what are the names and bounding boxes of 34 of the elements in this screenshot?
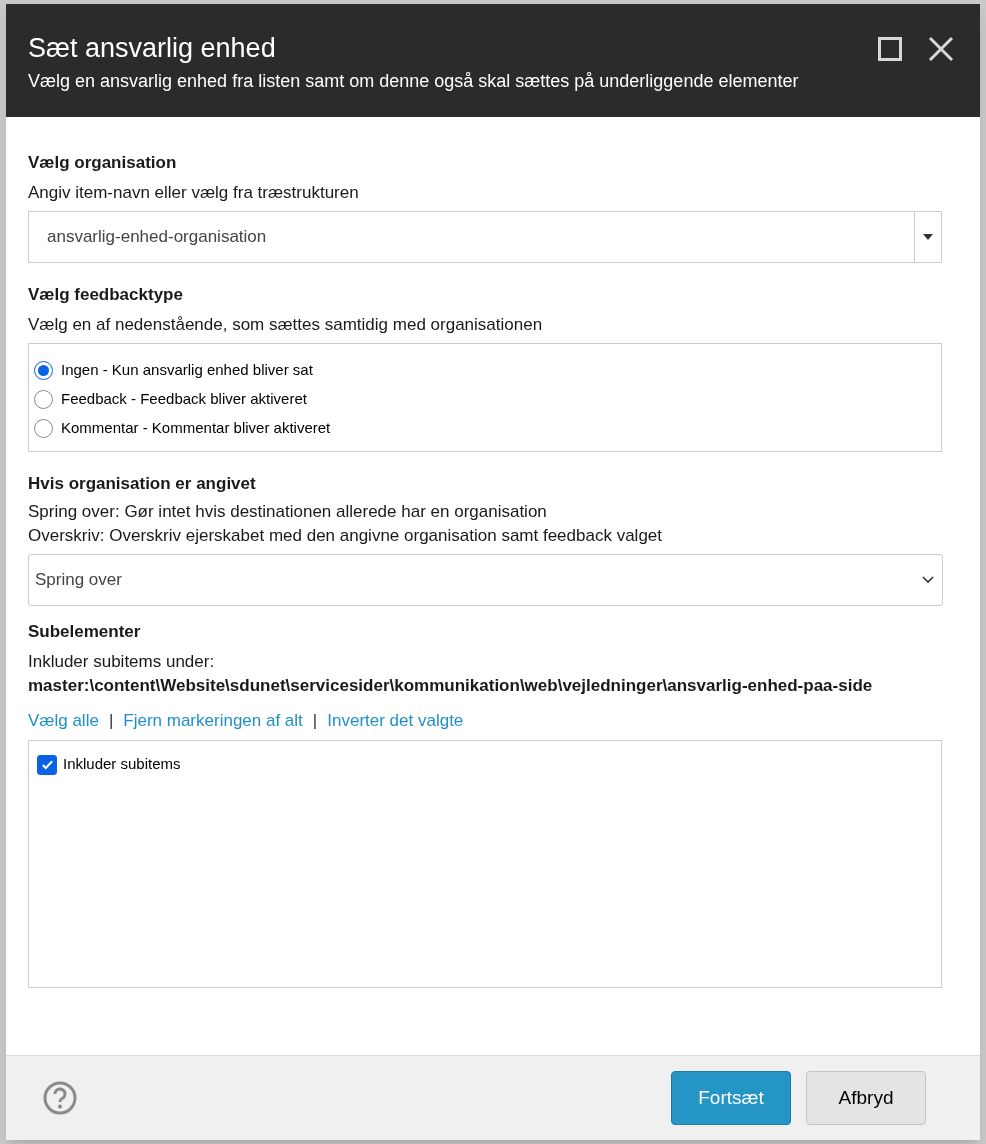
section-heading: Hvis organisation er angivet <box>28 473 257 495</box>
help-icon[interactable] <box>43 1081 77 1115</box>
dialog-title: Sæt ansvarlig enhed <box>28 32 277 64</box>
radio-label[interactable]: Feedback - Feedback bliver aktiveret <box>61 388 307 410</box>
intro-text: Inkluder subitems under: <box>28 651 216 673</box>
cancel-button[interactable]: Afbryd <box>806 1071 926 1125</box>
dialog-subtitle: Vælg en ansvarlig enhed fra listen samt om denne også skal sættes på underliggende elementer <box>28 70 799 92</box>
section-heading: Vælg organisation <box>28 152 178 174</box>
link-separator: | <box>108 710 114 732</box>
maximize-icon[interactable] <box>878 37 902 61</box>
section-heading: Subelementer <box>28 621 142 643</box>
selection-link[interactable]: Fjern markeringen af alt <box>123 708 303 734</box>
checkbox[interactable] <box>37 754 57 775</box>
radio-button[interactable] <box>34 418 53 438</box>
radio-button[interactable] <box>34 360 53 380</box>
dropdown-button[interactable] <box>915 211 942 263</box>
radio-button[interactable] <box>34 389 53 409</box>
checkbox-label[interactable]: Inkluder subitems <box>63 754 181 773</box>
selection-link[interactable]: Vælg alle <box>28 708 99 734</box>
section-heading: Vælg feedbacktype <box>28 284 184 306</box>
selection-link[interactable]: Inverter det valgte <box>327 708 464 734</box>
description-text: Overskriv: Overskriv ejerskabet med den angivne organisation samt feedback valget <box>28 525 664 547</box>
link-separator: | <box>312 710 318 732</box>
hint-text: Angiv item-navn eller vælg fra træstrukturen <box>28 182 360 204</box>
close-icon[interactable] <box>928 36 954 62</box>
description-text: Spring over: Gør intet hvis destinationen allerede har en organisation <box>28 501 548 523</box>
hint-text: Vælg en af nedenstående, som sættes samtidig med organisationen <box>28 314 544 336</box>
select-field[interactable]: Spring over <box>28 554 943 606</box>
radio-label[interactable]: Ingen - Kun ansvarlig enhed bliver sat <box>61 359 313 381</box>
item-name-field[interactable]: ansvarlig-enhed-organisation <box>28 211 915 263</box>
radio-label[interactable]: Kommentar - Kommentar bliver aktiveret <box>61 417 331 439</box>
item-path: master:\content\Website\sdunet\servicesider\kommunikation\web\vejledninger\ansvarlig-enhed-paa-side <box>28 675 874 697</box>
caret-icon <box>923 234 933 240</box>
chevron-down-icon <box>922 576 934 584</box>
